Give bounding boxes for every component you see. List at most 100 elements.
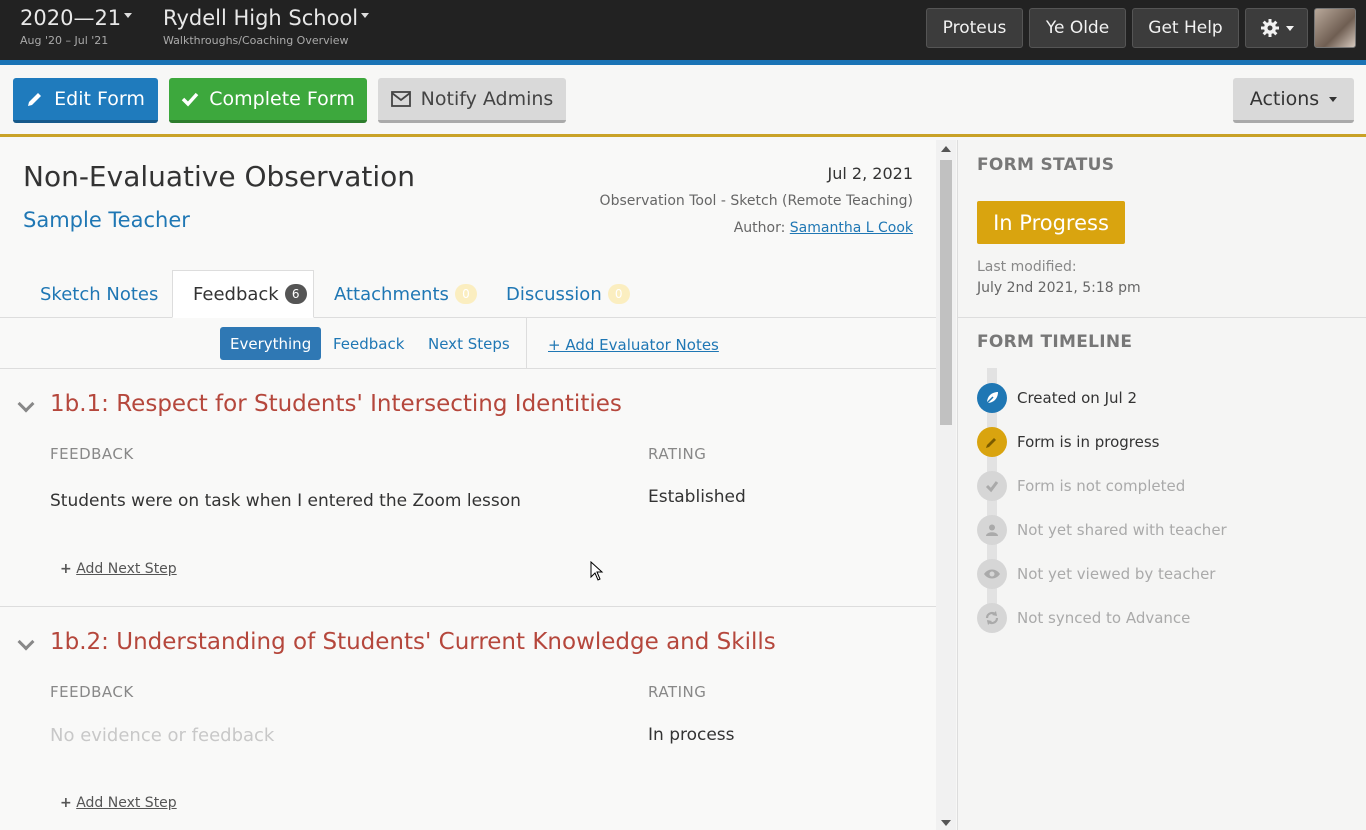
caret-down-icon	[1329, 96, 1338, 102]
caret-down-icon	[124, 12, 133, 18]
settings-menu-button[interactable]	[1245, 8, 1308, 48]
gear-icon	[1260, 19, 1279, 37]
filter-everything[interactable]: Everything	[220, 327, 322, 360]
school-year: 2020—21	[20, 6, 122, 30]
edit-form-button[interactable]: Edit Form	[13, 78, 158, 123]
section-title[interactable]: 1b.1: Respect for Students' Intersecting…	[50, 391, 622, 417]
tab-label: Attachments	[334, 283, 449, 305]
sync-icon	[977, 603, 1007, 633]
tab-label: Feedback	[193, 283, 279, 305]
timeline-item-text: Not synced to Advance	[1017, 609, 1191, 627]
notify-admins-button[interactable]: Notify Admins	[378, 78, 566, 123]
add-next-step-link[interactable]: + Add Next Step	[60, 561, 177, 577]
rubric-section: 1b.1: Respect for Students' Intersecting…	[0, 369, 936, 607]
filter-feedback[interactable]: Feedback	[323, 327, 414, 360]
filter-next-steps[interactable]: Next Steps	[418, 327, 520, 360]
timeline-item: Not synced to Advance	[977, 603, 1190, 633]
plus-icon: +	[60, 561, 72, 577]
rubric-section: 1b.2: Understanding of Students' Current…	[0, 607, 936, 830]
feedback-placeholder[interactable]: No evidence or feedback	[50, 725, 274, 746]
timeline-item: Form is not completed	[977, 471, 1185, 501]
leaf-icon	[977, 383, 1007, 413]
form-title: Non-Evaluative Observation	[23, 160, 415, 193]
timeline-item: Created on Jul 2	[977, 383, 1137, 413]
form-main-panel: Non-Evaluative Observation Sample Teache…	[0, 140, 936, 830]
tab-label: Sketch Notes	[40, 283, 159, 305]
complete-form-button[interactable]: Complete Form	[169, 78, 367, 123]
plus-icon: +	[60, 795, 72, 811]
user-icon	[977, 515, 1007, 545]
check-icon	[182, 92, 199, 107]
actions-dropdown-button[interactable]: Actions	[1233, 78, 1354, 123]
add-evaluator-notes-link[interactable]: + Add Evaluator Notes	[548, 336, 719, 354]
chevron-down-icon[interactable]	[17, 395, 35, 413]
filter-divider	[526, 318, 527, 369]
last-modified-value: July 2nd 2021, 5:18 pm	[977, 280, 1141, 296]
scroll-down-arrow-icon[interactable]	[941, 820, 951, 826]
complete-form-label: Complete Form	[209, 88, 355, 110]
section-title[interactable]: 1b.2: Understanding of Students' Current…	[50, 629, 776, 655]
user-avatar[interactable]	[1314, 8, 1356, 48]
edit-form-label: Edit Form	[54, 88, 145, 110]
timeline-item-text: Form is not completed	[1017, 477, 1186, 495]
form-date: Jul 2, 2021	[827, 164, 913, 183]
school-name: Rydell High School	[163, 6, 359, 30]
pencil-icon	[977, 427, 1007, 457]
feedback-column-header: FEEDBACK	[50, 683, 134, 701]
teacher-name-link[interactable]: Sample Teacher	[23, 208, 190, 232]
discussion-count-badge: 0	[607, 284, 630, 304]
feedback-count-badge: 6	[284, 284, 307, 304]
timeline-item: Not yet shared with teacher	[977, 515, 1227, 545]
tab-label: Discussion	[506, 283, 602, 305]
school-selector[interactable]: Rydell High School Walkthroughs/Coaching…	[163, 6, 370, 47]
envelope-icon	[390, 91, 411, 107]
rating-value[interactable]: Established	[648, 487, 746, 507]
form-toolbar: Edit Form Complete Form Notify Admins Ac…	[0, 65, 1366, 137]
chevron-down-icon[interactable]	[17, 633, 35, 651]
proteus-button[interactable]: Proteus	[926, 8, 1023, 48]
form-timeline-heading: FORM TIMELINE	[977, 332, 1133, 352]
notify-admins-label: Notify Admins	[420, 88, 554, 110]
rating-value[interactable]: In process	[648, 725, 735, 745]
rating-column-header: RATING	[648, 445, 707, 463]
tab-feedback[interactable]: Feedback 6	[172, 270, 314, 318]
timeline-item-text: Form is in progress	[1017, 433, 1160, 451]
get-help-button[interactable]: Get Help	[1132, 8, 1239, 48]
form-author: Author: Samantha L Cook	[734, 220, 913, 236]
actions-label: Actions	[1249, 88, 1320, 110]
feedback-text[interactable]: Students were on task when I entered the…	[50, 491, 521, 511]
form-status-sidebar: FORM STATUS In Progress Last modified: J…	[957, 140, 1366, 830]
top-navbar: 2020—21 Aug '20 – Jul '21 Rydell High Sc…	[0, 0, 1366, 60]
timeline-item: Form is in progress	[977, 427, 1160, 457]
scroll-up-arrow-icon[interactable]	[941, 146, 951, 152]
eye-icon	[977, 559, 1007, 589]
timeline-item: Not yet viewed by teacher	[977, 559, 1215, 589]
check-icon	[977, 471, 1007, 501]
sidebar-divider	[958, 317, 1366, 318]
tab-attachments[interactable]: Attachments 0	[314, 270, 497, 318]
status-badge: In Progress	[977, 201, 1125, 244]
mouse-cursor-icon	[590, 561, 604, 581]
rating-column-header: RATING	[648, 683, 707, 701]
author-link[interactable]: Samantha L Cook	[790, 220, 913, 236]
author-label: Author:	[733, 220, 786, 236]
form-tabs: Sketch Notes Feedback 6 Attachments 0 Di…	[0, 270, 936, 318]
pencil-icon	[28, 93, 42, 106]
timeline-item-text: Not yet shared with teacher	[1017, 521, 1227, 539]
school-year-selector[interactable]: 2020—21 Aug '20 – Jul '21	[20, 6, 133, 47]
form-status-heading: FORM STATUS	[977, 155, 1115, 175]
main-scrollbar[interactable]	[936, 140, 956, 830]
tab-sketch-notes[interactable]: Sketch Notes	[20, 270, 178, 318]
add-next-step-label: Add Next Step	[76, 561, 177, 577]
attachments-count-badge: 0	[454, 284, 477, 304]
scrollbar-thumb[interactable]	[940, 160, 952, 425]
school-year-range: Aug '20 – Jul '21	[20, 34, 109, 47]
add-next-step-label: Add Next Step	[76, 795, 177, 811]
ye-olde-button[interactable]: Ye Olde	[1029, 8, 1126, 48]
add-next-step-link[interactable]: + Add Next Step	[60, 795, 177, 811]
last-modified-label: Last modified:	[977, 259, 1077, 275]
caret-down-icon	[361, 12, 370, 18]
timeline-item-text: Not yet viewed by teacher	[1017, 565, 1216, 583]
tab-discussion[interactable]: Discussion 0	[486, 270, 650, 318]
feedback-column-header: FEEDBACK	[50, 445, 134, 463]
